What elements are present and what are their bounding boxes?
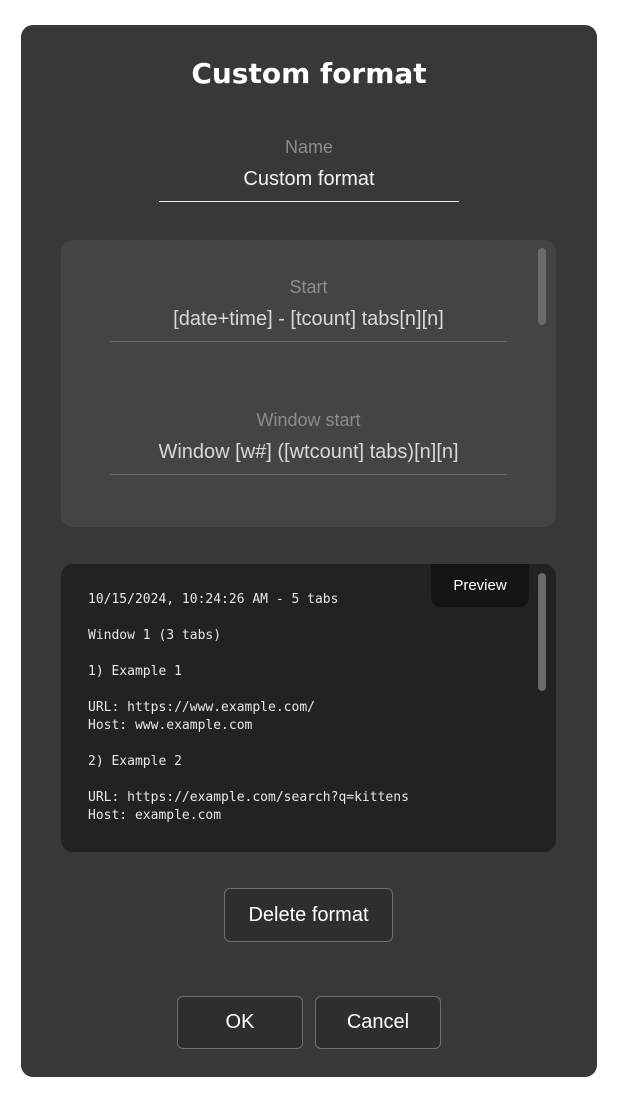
preview-scrollbar[interactable] — [538, 573, 546, 691]
custom-format-dialog: Custom format Name Custom format Start [… — [21, 25, 597, 1077]
cancel-button[interactable]: Cancel — [315, 996, 441, 1049]
ok-button[interactable]: OK — [177, 996, 303, 1049]
window-start-template-input[interactable]: Window [w#] ([wtcount] tabs)[n][n] — [110, 441, 507, 475]
templates-panel[interactable]: Start [date+time] - [tcount] tabs[n][n] … — [61, 240, 556, 527]
start-template-label: Start — [289, 277, 328, 297]
preview-tab: Preview — [431, 564, 529, 607]
templates-scrollbar[interactable] — [538, 248, 546, 325]
dialog-title: Custom format — [191, 57, 427, 90]
delete-format-button[interactable]: Delete format — [224, 888, 393, 942]
name-input[interactable]: Custom format — [159, 168, 459, 202]
window-start-template-label: Window start — [256, 410, 361, 430]
preview-panel: 10/15/2024, 10:24:26 AM - 5 tabs Window … — [61, 564, 556, 852]
start-template-field[interactable]: Start [date+time] - [tcount] tabs[n][n] — [110, 277, 507, 342]
name-label: Name — [284, 137, 333, 157]
preview-text: 10/15/2024, 10:24:26 AM - 5 tabs Window … — [88, 592, 409, 823]
window-start-template-field[interactable]: Window start Window [w#] ([wtcount] tabs… — [110, 410, 507, 475]
name-field[interactable]: Name Custom format — [159, 137, 459, 202]
start-template-input[interactable]: [date+time] - [tcount] tabs[n][n] — [110, 308, 507, 342]
